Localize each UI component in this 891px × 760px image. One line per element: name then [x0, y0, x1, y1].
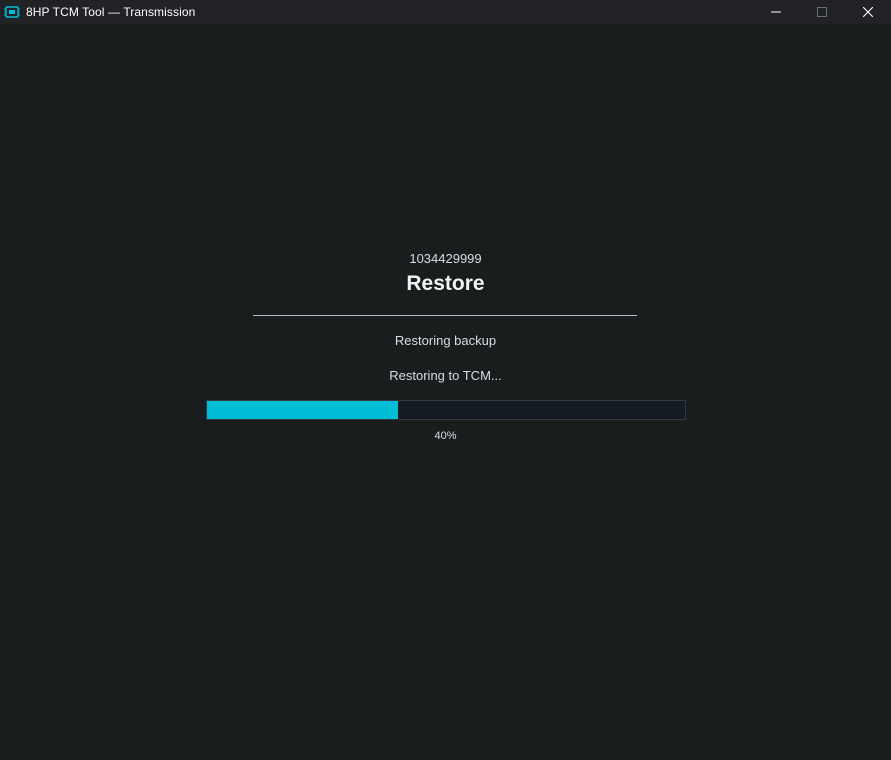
- page-title: Restore: [406, 272, 485, 295]
- divider: [253, 315, 637, 316]
- window-controls: [753, 0, 891, 24]
- progress-percent: 40%: [434, 430, 457, 442]
- maximize-button[interactable]: [799, 0, 845, 24]
- restore-panel: 1034429999 Restore Restoring backup Rest…: [0, 24, 891, 760]
- close-button[interactable]: [845, 0, 891, 24]
- close-icon: [863, 7, 873, 17]
- window-title: 8HP TCM Tool — Transmission: [26, 5, 196, 19]
- status-text: Restoring backup: [394, 333, 497, 348]
- progress-bar: [206, 400, 686, 420]
- progress-fill: [207, 401, 399, 419]
- minimize-icon: [771, 11, 781, 13]
- substatus-text: Restoring to TCM...: [389, 368, 502, 383]
- title-bar: 8HP TCM Tool — Transmission: [0, 0, 891, 24]
- serial-number: 1034429999: [409, 251, 482, 266]
- maximize-icon: [817, 7, 827, 17]
- minimize-button[interactable]: [753, 0, 799, 24]
- tcm-chip-icon: [4, 5, 20, 19]
